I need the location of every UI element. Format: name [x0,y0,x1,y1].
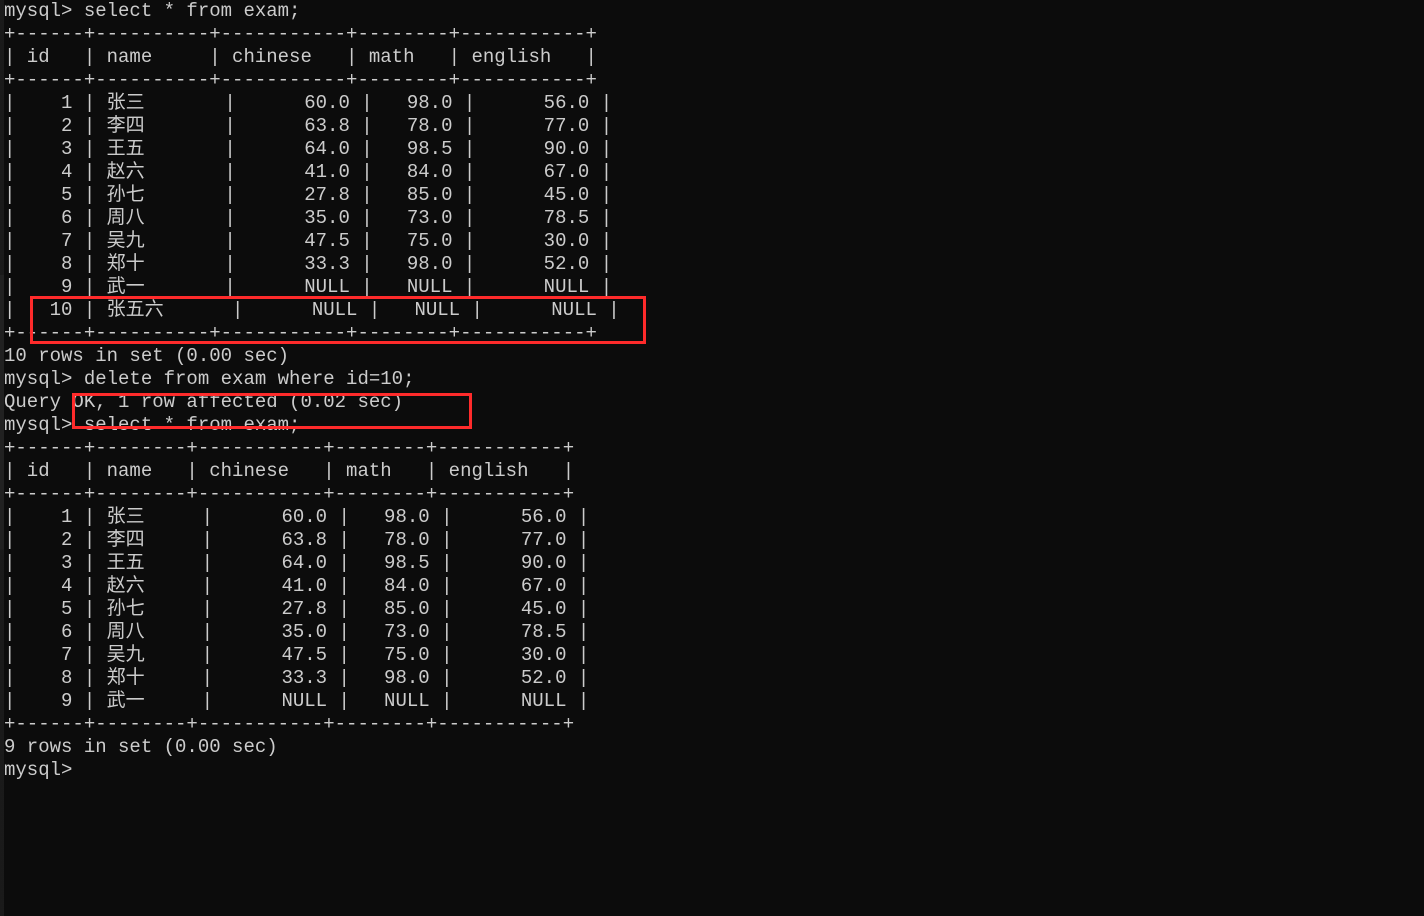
terminal-line: | 1 | 张三 | 60.0 | 98.0 | 56.0 | [4,92,1420,115]
terminal-line: | 8 | 郑十 | 33.3 | 98.0 | 52.0 | [4,253,1420,276]
terminal-line: | 6 | 周八 | 35.0 | 73.0 | 78.5 | [4,207,1420,230]
terminal-line: | 7 | 吴九 | 47.5 | 75.0 | 30.0 | [4,644,1420,667]
terminal-line: | 2 | 李四 | 63.8 | 78.0 | 77.0 | [4,529,1420,552]
terminal-line: | 9 | 武一 | NULL | NULL | NULL | [4,690,1420,713]
terminal-line: | 5 | 孙七 | 27.8 | 85.0 | 45.0 | [4,598,1420,621]
terminal-line: +------+--------+-----------+--------+--… [4,713,1420,736]
terminal-line: mysql> select * from exam; [4,0,1420,23]
terminal-line: +------+----------+-----------+--------+… [4,23,1420,46]
terminal-line: | 8 | 郑十 | 33.3 | 98.0 | 52.0 | [4,667,1420,690]
terminal-line: | id | name | chinese | math | english | [4,46,1420,69]
terminal-line: 9 rows in set (0.00 sec) [4,736,1420,759]
terminal-line: +------+----------+-----------+--------+… [4,69,1420,92]
terminal-line: | 7 | 吴九 | 47.5 | 75.0 | 30.0 | [4,230,1420,253]
terminal-line: | 3 | 王五 | 64.0 | 98.5 | 90.0 | [4,552,1420,575]
terminal-line: | 3 | 王五 | 64.0 | 98.5 | 90.0 | [4,138,1420,161]
terminal-line: | 10 | 张五六 | NULL | NULL | NULL | [4,299,1420,322]
terminal-line: | id | name | chinese | math | english | [4,460,1420,483]
terminal-line: | 4 | 赵六 | 41.0 | 84.0 | 67.0 | [4,575,1420,598]
terminal-line: mysql> [4,759,1420,782]
terminal-line: | 5 | 孙七 | 27.8 | 85.0 | 45.0 | [4,184,1420,207]
terminal-line: | 9 | 武一 | NULL | NULL | NULL | [4,276,1420,299]
terminal-line: +------+--------+-----------+--------+--… [4,437,1420,460]
terminal-line: 10 rows in set (0.00 sec) [4,345,1420,368]
terminal-line: mysql> select * from exam; [4,414,1420,437]
terminal-line: mysql> delete from exam where id=10; [4,368,1420,391]
terminal-output[interactable]: mysql> select * from exam;+------+------… [0,0,1424,782]
terminal-line: | 6 | 周八 | 35.0 | 73.0 | 78.5 | [4,621,1420,644]
terminal-line: Query OK, 1 row affected (0.02 sec) [4,391,1420,414]
terminal-line: | 2 | 李四 | 63.8 | 78.0 | 77.0 | [4,115,1420,138]
terminal-line: | 1 | 张三 | 60.0 | 98.0 | 56.0 | [4,506,1420,529]
terminal-line: +------+----------+-----------+--------+… [4,322,1420,345]
terminal-line: | 4 | 赵六 | 41.0 | 84.0 | 67.0 | [4,161,1420,184]
terminal-line: +------+--------+-----------+--------+--… [4,483,1420,506]
